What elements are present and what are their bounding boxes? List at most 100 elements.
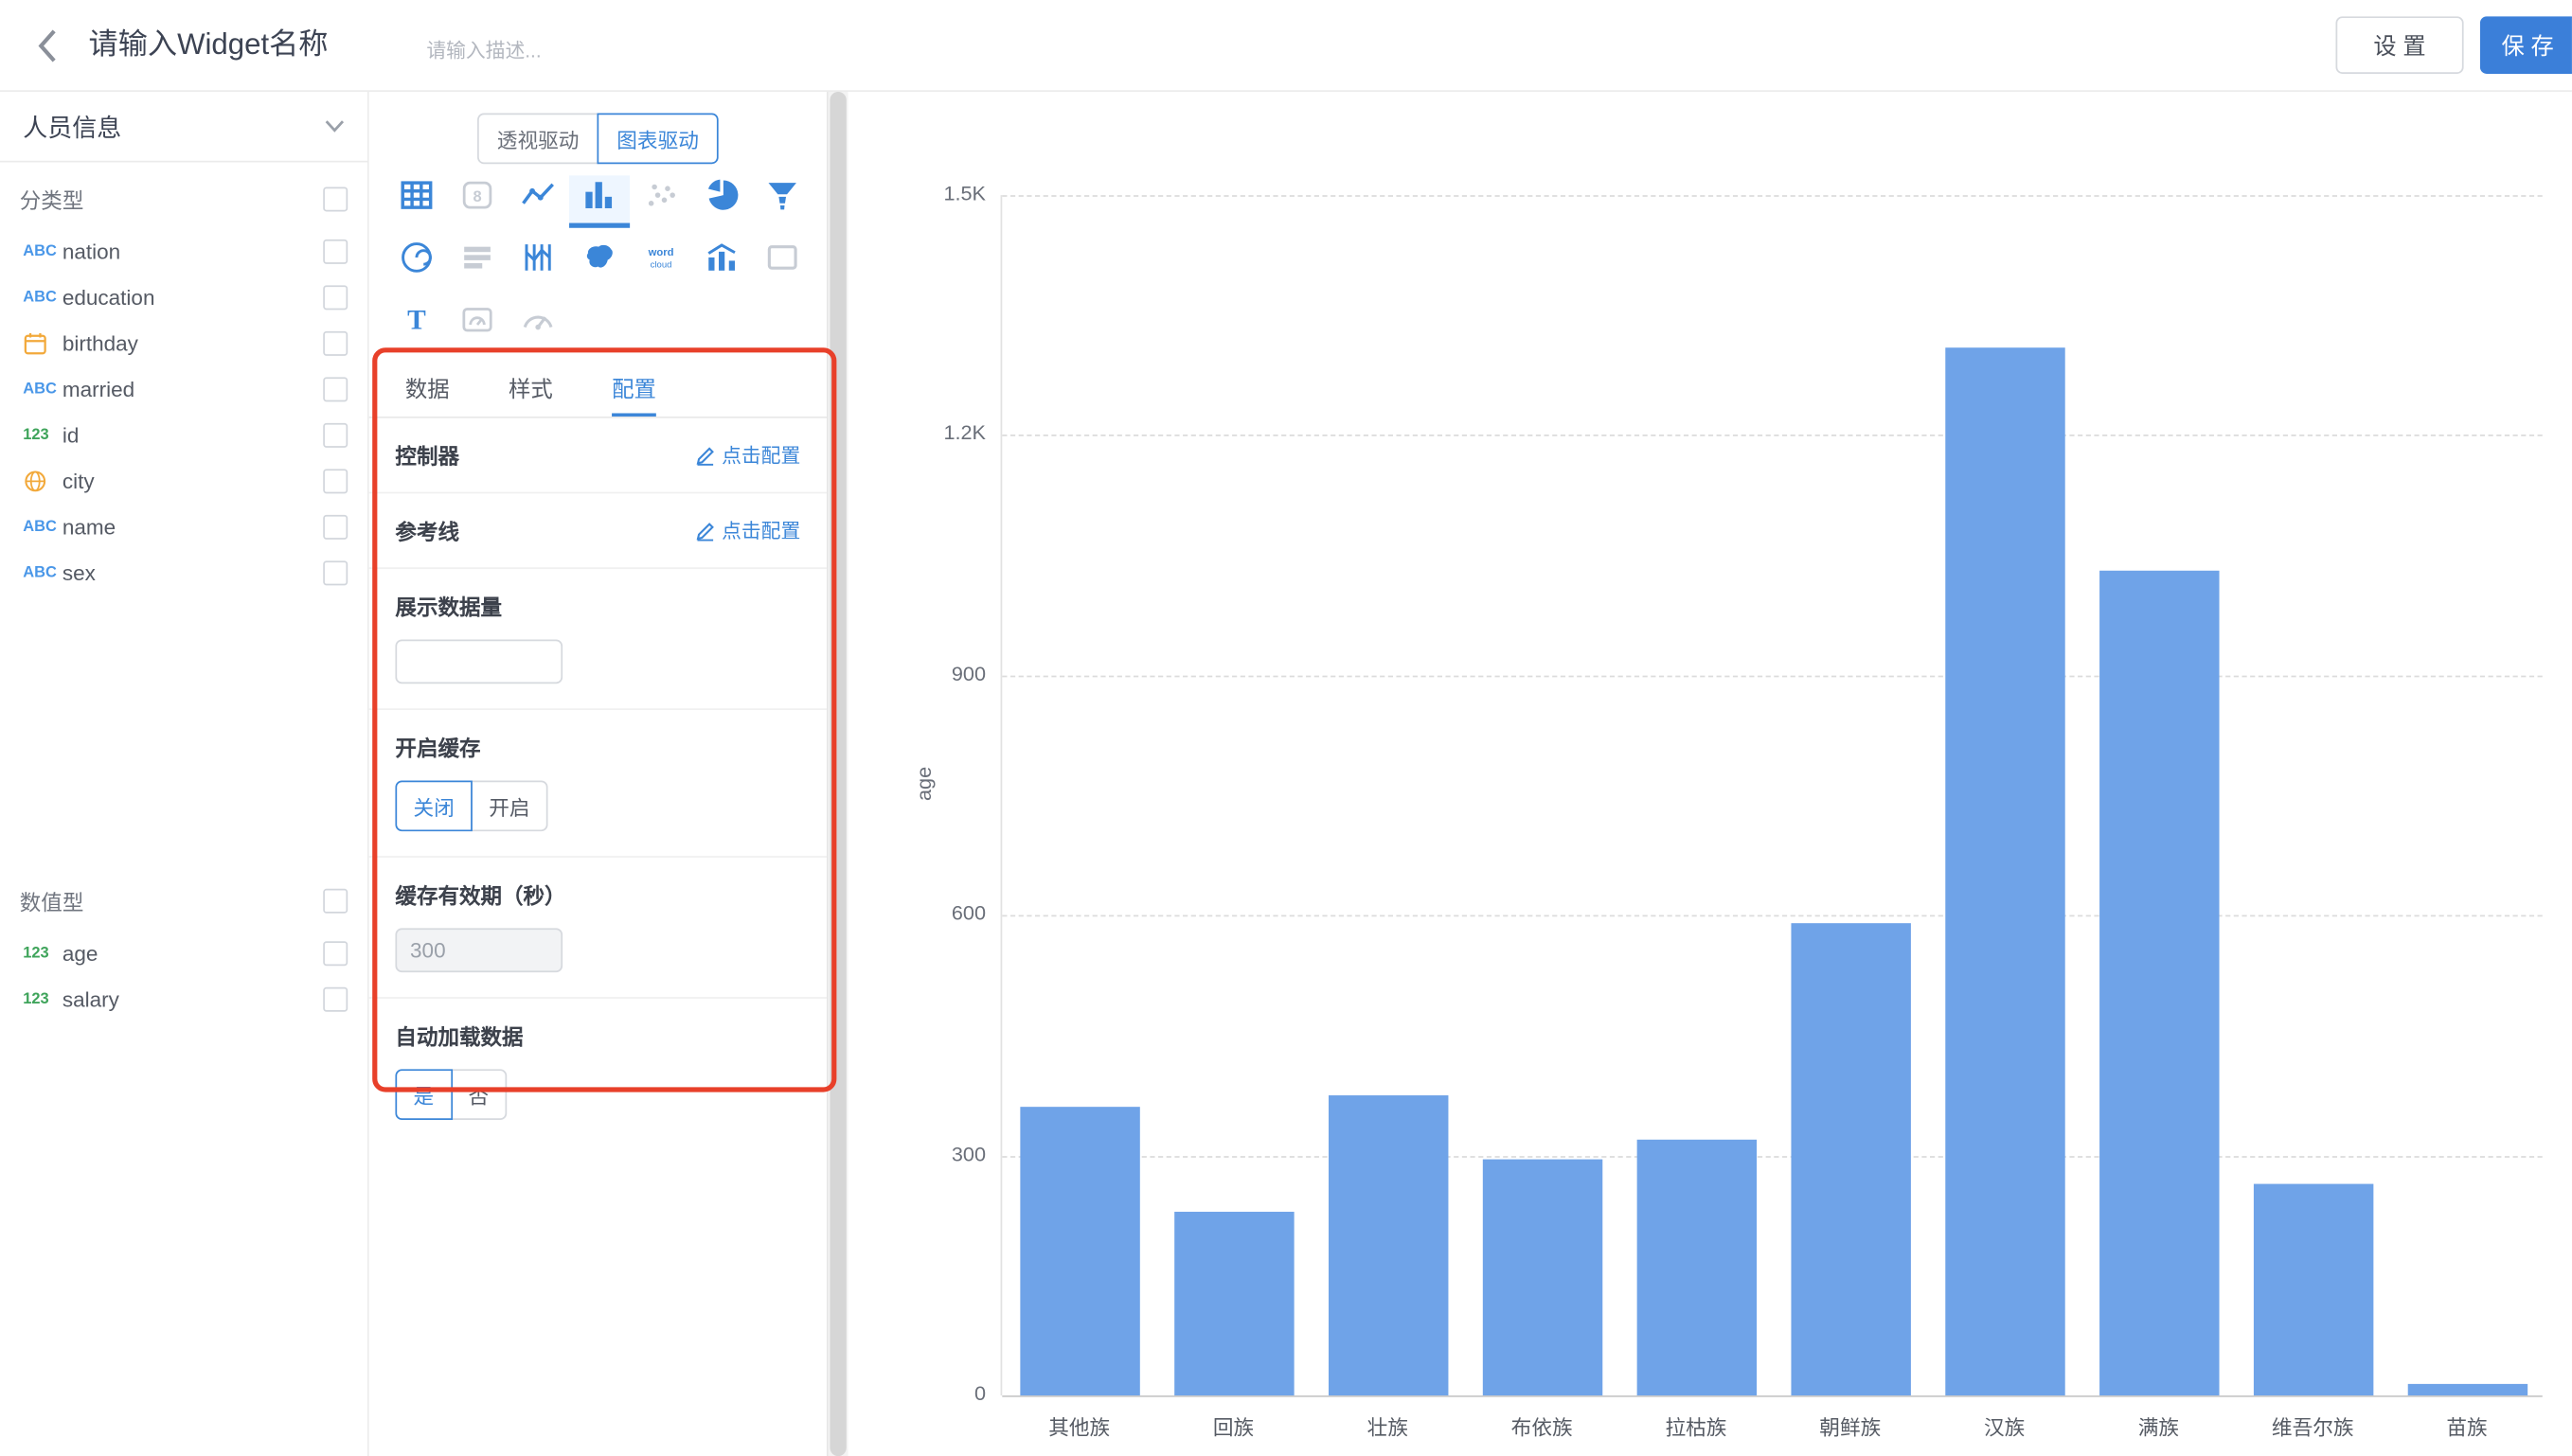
bar-1[interactable] (1174, 1212, 1294, 1395)
tab-data[interactable]: 数据 (405, 359, 450, 417)
tab-style[interactable]: 样式 (509, 359, 553, 417)
field-item-city[interactable]: city (0, 457, 367, 503)
field-item-name[interactable]: ABCname (0, 504, 367, 549)
reference-line-configure-link[interactable]: 点击配置 (695, 517, 800, 544)
field-name: nation (63, 239, 323, 263)
chart-type-grid: 8 wordcloud T (369, 164, 827, 352)
chart-type-scorecard[interactable]: 8 (447, 175, 509, 227)
field-item-salary[interactable]: 123salary (0, 976, 367, 1021)
chart-type-table[interactable] (385, 175, 447, 227)
x-tick-label: 维吾尔族 (2236, 1411, 2390, 1442)
field-checkbox[interactable] (323, 422, 348, 447)
dataset-selector[interactable]: 人员信息 (0, 92, 367, 162)
cache-expire-input[interactable] (395, 928, 563, 972)
chart-type-wordcloud[interactable]: wordcloud (630, 238, 691, 290)
categorical-field-list: ABCnationABCeducationbirthdayABCmarried1… (0, 228, 367, 595)
chart-type-radar[interactable] (385, 238, 447, 290)
cache-toggle: 关闭 开启 (395, 780, 800, 831)
chart-type-dualaxis[interactable] (691, 238, 753, 290)
numeric-field-list: 123age123salary (0, 930, 367, 1021)
autoload-yes-button[interactable]: 是 (395, 1069, 452, 1120)
field-checkbox[interactable] (323, 377, 348, 401)
svg-text:8: 8 (473, 188, 481, 205)
chart-type-parallel[interactable] (508, 238, 569, 290)
numeric-select-all-checkbox[interactable] (323, 889, 348, 914)
widget-description-input[interactable] (426, 39, 688, 62)
chart-type-map[interactable] (569, 238, 631, 290)
chart-type-text[interactable]: T (385, 300, 447, 352)
cache-off-button[interactable]: 关闭 (395, 780, 472, 831)
field-checkbox[interactable] (323, 239, 348, 263)
field-item-married[interactable]: ABCmarried (0, 365, 367, 411)
limit-label: 展示数据量 (395, 591, 800, 622)
field-checkbox[interactable] (323, 514, 348, 539)
bar-0[interactable] (1020, 1107, 1139, 1395)
chart-type-scatter[interactable] (630, 175, 691, 227)
funnel-icon (765, 177, 801, 222)
bar-5[interactable] (1791, 923, 1910, 1395)
back-button[interactable] (23, 15, 72, 74)
panel-scrollbar[interactable] (829, 92, 848, 1456)
speedometer-icon (520, 302, 556, 346)
x-tick-label: 汉族 (1927, 1411, 2081, 1442)
header-bar: 设 置 保 存 (0, 0, 2572, 92)
chart-type-bar[interactable] (569, 175, 631, 227)
field-checkbox[interactable] (323, 330, 348, 355)
reference-line-label: 参考线 (395, 515, 459, 546)
save-button[interactable]: 保 存 (2480, 16, 2572, 74)
calendar-icon (23, 330, 63, 355)
chart-type-pie[interactable] (691, 175, 753, 227)
chart-type-line[interactable] (508, 175, 569, 227)
field-item-birthday[interactable]: birthday (0, 320, 367, 365)
field-checkbox[interactable] (323, 469, 348, 493)
limit-input[interactable] (395, 640, 563, 684)
chart-type-sankey[interactable] (447, 238, 509, 290)
categorical-section-label: 分类型 (20, 184, 84, 215)
field-name: birthday (63, 330, 323, 355)
field-item-nation[interactable]: ABCnation (0, 228, 367, 274)
dualaxis-icon (704, 240, 740, 284)
bar-3[interactable] (1483, 1160, 1602, 1395)
autoload-no-button[interactable]: 否 (450, 1069, 507, 1120)
field-item-age[interactable]: 123age (0, 930, 367, 975)
categorical-select-all-checkbox[interactable] (323, 186, 348, 211)
chart-type-funnel[interactable] (753, 175, 814, 227)
chart-type-gauge[interactable] (447, 300, 509, 352)
text-type-badge: ABC (23, 241, 63, 259)
bar-9[interactable] (2408, 1384, 2527, 1395)
field-name: city (63, 469, 323, 493)
settings-button[interactable]: 设 置 (2336, 16, 2464, 74)
reference-line-configure-label: 点击配置 (722, 517, 800, 544)
scorecard-icon: 8 (459, 177, 495, 222)
chart-type-iframe[interactable] (753, 238, 814, 290)
field-name: education (63, 285, 323, 310)
y-tick-label: 1.2K (901, 422, 986, 445)
y-tick-label: 1.5K (901, 182, 986, 204)
scrollbar-thumb[interactable] (830, 92, 846, 1456)
field-item-education[interactable]: ABCeducation (0, 274, 367, 319)
field-checkbox[interactable] (323, 560, 348, 585)
chart-mode-button[interactable]: 图表驱动 (597, 114, 718, 165)
autoload-label: 自动加载数据 (395, 1020, 800, 1051)
scatter-icon (643, 177, 679, 222)
chart-type-speedometer[interactable] (508, 300, 569, 352)
x-tick-label: 布依族 (1465, 1411, 1619, 1442)
field-item-sex[interactable]: ABCsex (0, 549, 367, 595)
bar-8[interactable] (2254, 1184, 2373, 1395)
field-checkbox[interactable] (323, 986, 348, 1011)
bar-7[interactable] (2099, 571, 2219, 1395)
widget-name-input[interactable] (89, 27, 401, 62)
limit-section: 展示数据量 (369, 569, 827, 710)
pivot-mode-button[interactable]: 透视驱动 (477, 114, 598, 165)
tab-config[interactable]: 配置 (612, 359, 656, 417)
field-item-id[interactable]: 123id (0, 412, 367, 457)
categorical-section-header: 分类型 (0, 162, 367, 227)
bar-2[interactable] (1329, 1095, 1448, 1395)
field-checkbox[interactable] (323, 285, 348, 310)
svg-text:cloud: cloud (650, 259, 671, 270)
field-checkbox[interactable] (323, 940, 348, 965)
bar-4[interactable] (1637, 1140, 1757, 1395)
bar-6[interactable] (1945, 347, 2064, 1395)
cache-on-button[interactable]: 开启 (471, 780, 547, 831)
controller-configure-link[interactable]: 点击配置 (695, 441, 800, 469)
